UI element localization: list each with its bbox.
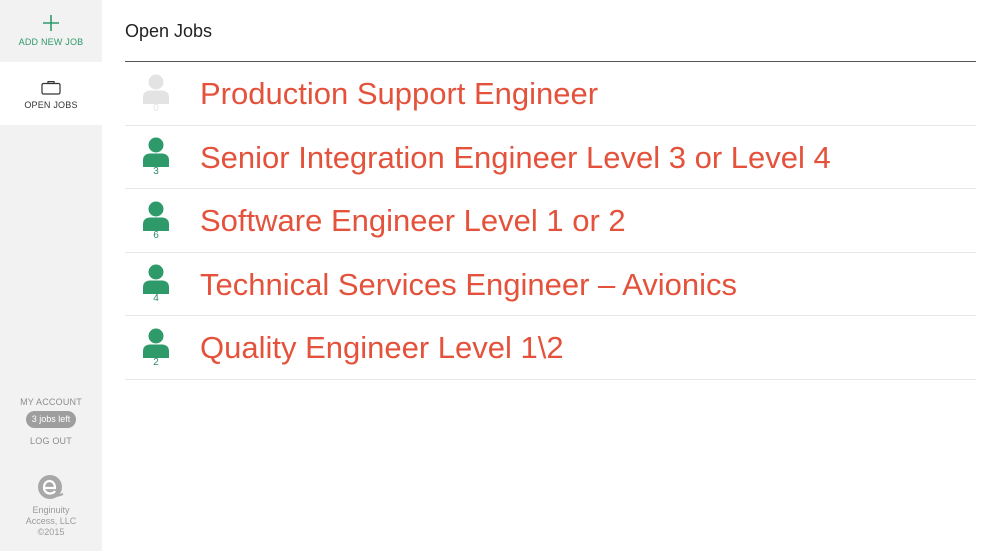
enginuity-logo-icon [38,475,64,499]
add-new-job-button[interactable]: ADD NEW JOB [0,0,102,62]
applicant-indicator[interactable]: 3 [125,125,187,188]
page-title: Open Jobs [125,0,976,62]
job-row[interactable]: 0 Production Support Engineer [125,62,976,126]
sidebar: ADD NEW JOB OPEN JOBS MY ACCOUNT 3 jobs … [0,0,102,551]
log-out-link[interactable]: LOG OUT [30,436,72,446]
job-row[interactable]: 6 Software Engineer Level 1 or 2 [125,189,976,253]
job-title-link[interactable]: Software Engineer Level 1 or 2 [200,203,626,239]
jobs-left-badge: 3 jobs left [25,411,77,428]
person-icon [143,328,169,358]
applicant-indicator[interactable]: 6 [125,189,187,252]
job-row[interactable]: 4 Technical Services Engineer – Avionics [125,252,976,316]
applicant-count: 4 [153,293,159,305]
app: ADD NEW JOB OPEN JOBS MY ACCOUNT 3 jobs … [0,0,1000,551]
applicant-indicator[interactable]: 0 [125,62,187,125]
open-jobs-nav-item[interactable]: OPEN JOBS [0,62,102,125]
applicant-count: 2 [153,356,159,368]
person-icon [143,264,169,295]
brand-footer: Enginuity Access, LLC ©2015 [0,474,102,538]
brand-copyright: ©2015 [37,527,65,537]
my-account-link[interactable]: MY ACCOUNT [20,397,82,407]
add-new-job-label: ADD NEW JOB [18,37,84,47]
main-content: Open Jobs 0 Production Support Engineer [125,0,976,380]
person-icon [143,74,169,104]
applicant-count: 0 [153,102,159,114]
job-row[interactable]: 2 Quality Engineer Level 1\2 [125,316,976,380]
job-title-link[interactable]: Senior Integration Engineer Level 3 or L… [200,140,831,176]
open-jobs-label: OPEN JOBS [24,100,78,110]
job-list: 0 Production Support Engineer 3 Senior I… [125,62,976,380]
person-icon [143,201,169,231]
brand-company: Access, LLC [25,516,77,526]
job-title-link[interactable]: Quality Engineer Level 1\2 [200,330,564,366]
applicant-indicator[interactable]: 2 [125,316,187,379]
brand-name: Enginuity [32,505,70,515]
account-section: MY ACCOUNT 3 jobs left LOG OUT [0,397,102,446]
job-row[interactable]: 3 Senior Integration Engineer Level 3 or… [125,125,976,189]
person-icon [143,137,169,168]
applicant-indicator[interactable]: 4 [125,252,187,315]
applicant-count: 3 [153,166,159,178]
job-title-link[interactable]: Technical Services Engineer – Avionics [200,267,737,303]
briefcase-icon [41,81,61,95]
applicant-count: 6 [153,229,159,241]
plus-icon [43,15,59,31]
job-title-link[interactable]: Production Support Engineer [200,76,598,112]
